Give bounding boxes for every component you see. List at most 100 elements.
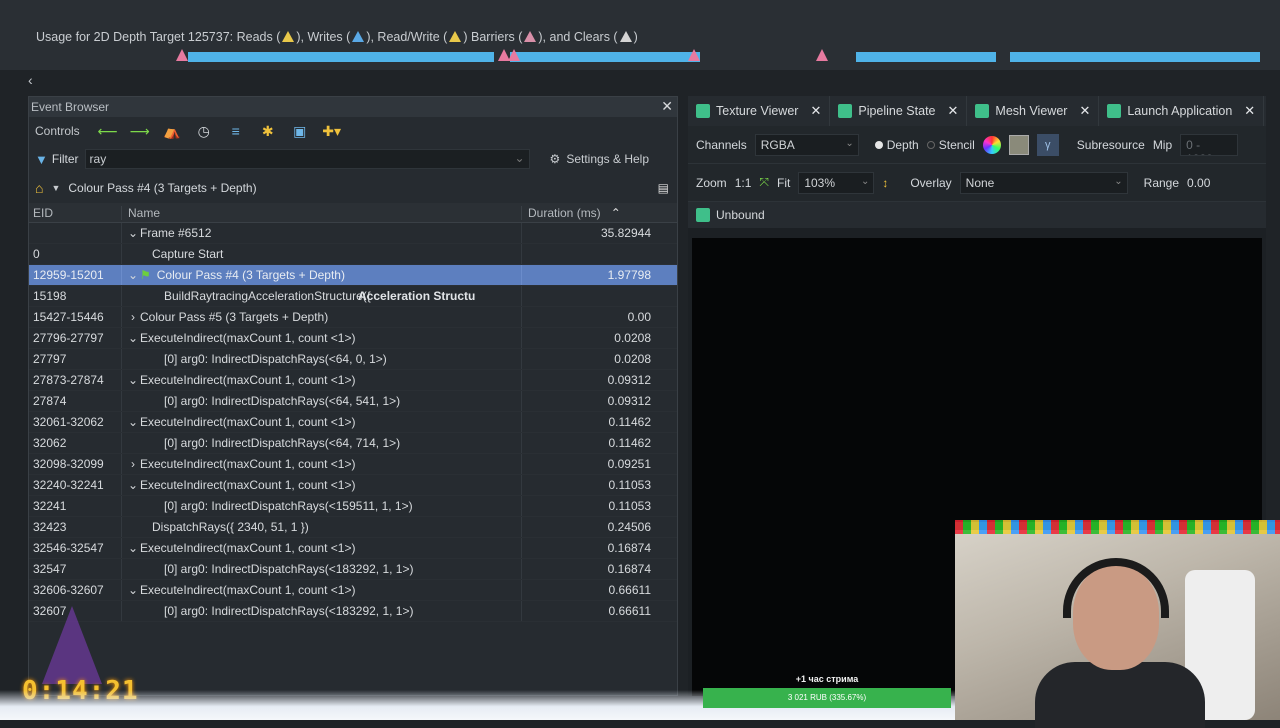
expand-toggle-icon[interactable]: ⌄ <box>126 415 140 429</box>
name-cell: [0] arg0: IndirectDispatchRays(<64, 541,… <box>121 391 521 411</box>
close-icon[interactable]: ✕ <box>661 98 673 115</box>
table-row[interactable]: ⌄ Frame #6512 35.82944 <box>29 223 677 244</box>
radio-unselected-icon <box>926 140 935 149</box>
channels-select[interactable]: RGBA ⌄ <box>754 133 859 156</box>
zoom-select[interactable]: 103% ⌄ <box>798 171 875 194</box>
next-event-icon[interactable]: ⟶ <box>130 122 150 140</box>
close-icon[interactable]: ✕ <box>948 103 959 119</box>
timeline-icon[interactable]: ◷ <box>194 122 214 140</box>
expand-toggle-icon[interactable]: ⌄ <box>126 226 140 240</box>
webcam-overlay <box>955 520 1280 728</box>
table-row[interactable]: 32098-32099 › ExecuteIndirect(maxCount 1, … <box>29 454 677 475</box>
event-name: Colour Pass #5 (3 Targets + Depth) <box>140 310 329 324</box>
table-row[interactable]: 15198 BuildRaytracingAccelerationStructur… <box>29 286 677 307</box>
expand-toggle-icon[interactable]: ⌄ <box>126 583 140 597</box>
eid-column-header[interactable]: EID <box>29 206 121 220</box>
table-row[interactable]: 12959-15201 ⌄ ⚑ Colour Pass #4 (3 Targets +… <box>29 265 677 286</box>
color-wheel-icon[interactable] <box>982 135 1001 154</box>
table-row[interactable]: 15427-15446 › Colour Pass #5 (3 Targets + … <box>29 307 677 328</box>
duration-cell: 0.66611 <box>521 580 655 600</box>
table-row[interactable]: 32607 [0] arg0: IndirectDispatchRays(<183… <box>29 601 677 622</box>
depth-radio[interactable]: Depth <box>874 138 919 152</box>
breadcrumb-item[interactable]: Colour Pass #4 (3 Targets + Depth) <box>68 181 256 195</box>
name-cell: Capture Start <box>121 244 521 264</box>
name-cell: › Colour Pass #5 (3 Targets + Depth) <box>121 307 521 327</box>
settings-help-button[interactable]: ⚙ Settings & Help <box>550 152 649 166</box>
chevron-down-icon[interactable]: ▼ <box>51 183 60 193</box>
plugin-icon[interactable]: ✚▾ <box>322 122 342 140</box>
expand-toggle-icon[interactable]: ⌄ <box>126 268 140 282</box>
table-row[interactable]: 0 Capture Start <box>29 244 677 265</box>
barrier-marker-icon <box>816 49 828 61</box>
back-arrow-icon[interactable]: ‹ <box>28 72 33 88</box>
table-row[interactable]: 32546-32547 ⌄ ExecuteIndirect(maxCount 1, … <box>29 538 677 559</box>
table-row[interactable]: 32240-32241 ⌄ ExecuteIndirect(maxCount 1, … <box>29 475 677 496</box>
unbound-tab[interactable]: Unbound <box>688 202 1266 228</box>
table-row[interactable]: 27797 [0] arg0: IndirectDispatchRays(<64,… <box>29 349 677 370</box>
close-icon[interactable]: ✕ <box>1244 103 1255 119</box>
event-name: ExecuteIndirect(maxCount 1, count <1>) <box>140 478 356 492</box>
overlay-select[interactable]: None ⌄ <box>959 171 1128 194</box>
table-row[interactable]: 32423 DispatchRays({ 2340, 51, 1 }) 0.2450… <box>29 517 677 538</box>
donation-goal: +1 час стрима 3 021 RUB (335.67%) <box>703 674 951 708</box>
mip-select[interactable]: 0 - 1920x <box>1180 133 1239 156</box>
close-icon[interactable]: ✕ <box>1079 103 1090 119</box>
mip-value: 0 - 1920x <box>1186 137 1219 155</box>
sort-up-icon[interactable]: ⌃ <box>611 206 621 220</box>
home-icon[interactable]: ⌂ <box>35 180 43 196</box>
save-icon[interactable]: ▣ <box>290 122 310 140</box>
usage-text-barriers: ) Barriers ( <box>463 30 523 44</box>
range-label: Range <box>1143 175 1180 190</box>
table-row[interactable]: 32606-32607 ⌄ ExecuteIndirect(maxCount 1, … <box>29 580 677 601</box>
page-icon[interactable]: ▤ <box>658 181 669 195</box>
expand-toggle-icon[interactable]: › <box>126 457 140 471</box>
close-icon[interactable]: ✕ <box>810 103 821 119</box>
duration-cell: 0.16874 <box>521 559 655 579</box>
tab-pipeline-state[interactable]: Pipeline State ✕ <box>830 96 968 126</box>
previous-event-icon[interactable]: ⟵ <box>98 122 118 140</box>
range-value[interactable]: 0.00 <box>1187 176 1210 190</box>
table-row[interactable]: 27873-27874 ⌄ ExecuteIndirect(maxCount 1, … <box>29 370 677 391</box>
gamma-button[interactable]: γ <box>1036 133 1059 156</box>
event-name: ExecuteIndirect(maxCount 1, count <1>) <box>140 415 356 429</box>
eid-cell: 32062 <box>33 436 67 450</box>
event-name: [0] arg0: IndirectDispatchRays(<64, 714,… <box>164 436 401 450</box>
expand-toggle-icon[interactable]: ⌄ <box>126 331 140 345</box>
filter-input[interactable]: ray ⌄ <box>84 149 530 169</box>
highlight-icon[interactable]: ✱ <box>258 122 278 140</box>
expand-toggle-icon[interactable]: ⌄ <box>126 478 140 492</box>
find-icon[interactable]: ⛺ <box>162 122 182 140</box>
usage-text-prefix: Usage for 2D Depth Target 125737: Reads … <box>36 30 281 44</box>
tab-launch-application[interactable]: Launch Application ✕ <box>1099 96 1265 126</box>
event-name: [0] arg0: IndirectDispatchRays(<183292, … <box>164 604 414 618</box>
expand-toggle-icon[interactable]: ⌄ <box>126 373 140 387</box>
table-row[interactable]: 27874 [0] arg0: IndirectDispatchRays(<64,… <box>29 391 677 412</box>
stencil-radio[interactable]: Stencil <box>926 138 975 152</box>
expand-toggle-icon[interactable]: › <box>126 310 140 324</box>
fit-label[interactable]: Fit <box>777 176 790 190</box>
table-row[interactable]: 32061-32062 ⌄ ExecuteIndirect(maxCount 1, … <box>29 412 677 433</box>
timeline-segment <box>1010 52 1260 62</box>
usage-legend: Usage for 2D Depth Target 125737: Reads … <box>36 30 638 44</box>
table-row[interactable]: 32241 [0] arg0: IndirectDispatchRays(<159… <box>29 496 677 517</box>
table-row[interactable]: 32547 [0] arg0: IndirectDispatchRays(<183… <box>29 559 677 580</box>
flip-icon[interactable]: ↕ <box>882 176 888 190</box>
table-row[interactable]: 27796-27797 ⌄ ExecuteIndirect(maxCount 1, … <box>29 328 677 349</box>
checkerboard-icon[interactable] <box>1008 134 1029 155</box>
zoom-value: 103% <box>804 175 836 190</box>
tab-mesh-viewer[interactable]: Mesh Viewer ✕ <box>967 96 1100 126</box>
bookmark-icon[interactable]: ≡ <box>226 122 246 140</box>
expand-toggle-icon[interactable]: ⌄ <box>126 541 140 555</box>
tab-texture-viewer[interactable]: Texture Viewer ✕ <box>688 96 831 126</box>
hover-tooltip: Acceleration Structu <box>358 289 476 303</box>
timeline-track[interactable] <box>176 49 1260 62</box>
name-cell: ⌄ ExecuteIndirect(maxCount 1, count <1>) <box>121 538 521 558</box>
launch-application-icon <box>1107 104 1122 118</box>
zoom-1to1-button[interactable]: 1:1 <box>735 176 752 190</box>
name-column-header[interactable]: Name <box>121 205 521 220</box>
fit-icon[interactable]: ⤧ <box>759 175 769 190</box>
name-cell: ⌄ Frame #6512 <box>121 223 521 243</box>
duration-column-header[interactable]: Duration (ms) ⌃ <box>521 205 655 220</box>
table-row[interactable]: 32062 [0] arg0: IndirectDispatchRays(<64,… <box>29 433 677 454</box>
chevron-down-icon[interactable]: ⌄ <box>514 151 524 165</box>
